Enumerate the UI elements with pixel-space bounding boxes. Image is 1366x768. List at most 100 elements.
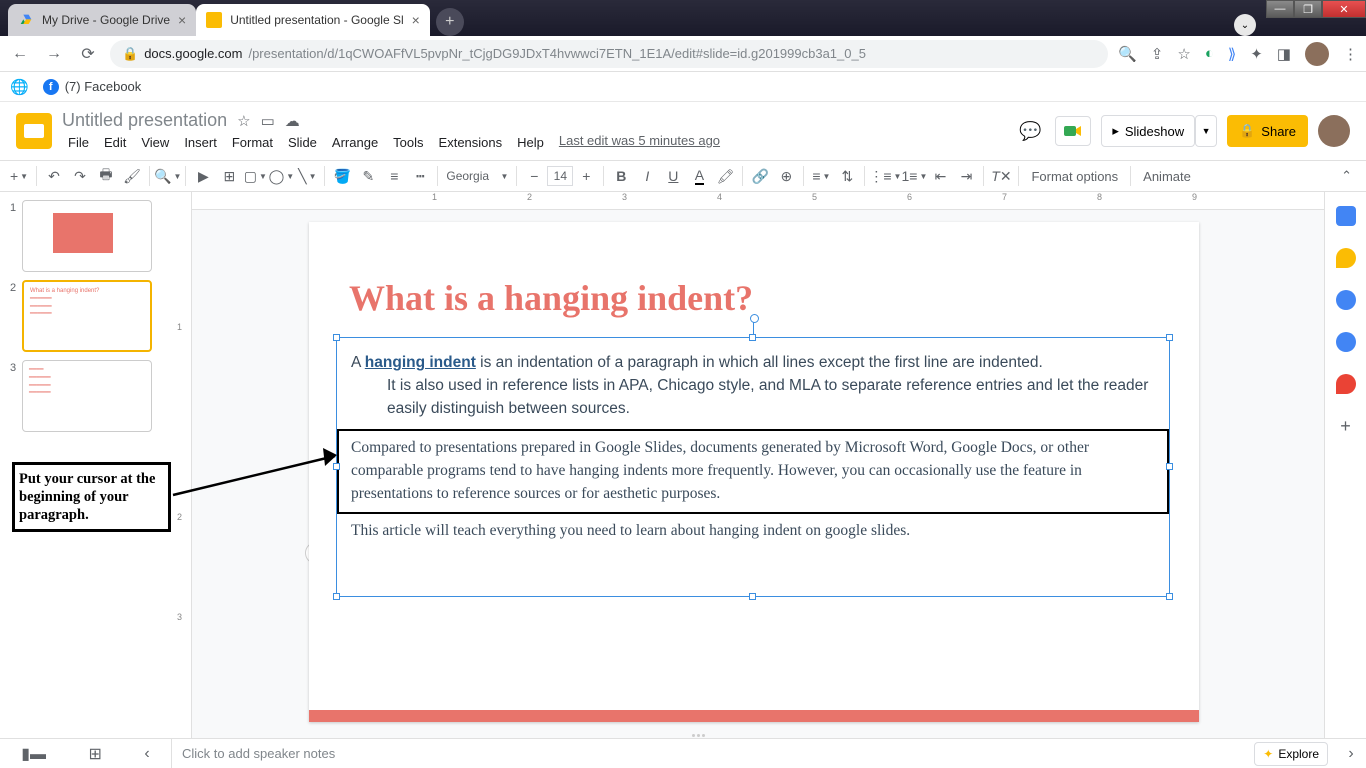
border-dash-button[interactable]: ┅	[407, 163, 433, 189]
indent-increase-button[interactable]: ⇥	[953, 163, 979, 189]
highlight-button[interactable]: 🖍	[712, 163, 738, 189]
cloud-icon[interactable]: ☁	[285, 112, 300, 130]
slideshow-button[interactable]: ▸ Slideshow	[1101, 115, 1195, 147]
font-selector[interactable]: Georgia▼	[442, 165, 512, 187]
puzzle-icon[interactable]: ✦	[1250, 45, 1263, 63]
menu-extensions[interactable]: Extensions	[433, 133, 509, 152]
line-tool[interactable]: ╲▼	[294, 163, 320, 189]
expand-sidepanel-button[interactable]: ›	[1336, 745, 1366, 763]
menu-edit[interactable]: Edit	[98, 133, 132, 152]
reload-button[interactable]: ⟳	[76, 44, 100, 64]
font-decrease-button[interactable]: −	[521, 163, 547, 189]
bold-button[interactable]: B	[608, 163, 634, 189]
slide-thumbnail-2[interactable]: What is a hanging indent?━━━━━━━━━━━━━━━…	[22, 280, 152, 352]
font-size-input[interactable]: 14	[547, 166, 573, 186]
close-icon[interactable]: ×	[178, 12, 186, 28]
browser-tab-drive[interactable]: My Drive - Google Drive ×	[8, 4, 196, 36]
format-options-button[interactable]: Format options	[1023, 169, 1126, 184]
text-color-button[interactable]: A	[686, 163, 712, 189]
new-tab-button[interactable]: +	[436, 8, 464, 36]
paragraph-2[interactable]: Compared to presentations prepared in Go…	[351, 437, 1155, 506]
document-title[interactable]: Untitled presentation	[62, 110, 227, 131]
textbox-tool[interactable]: ⊞	[216, 163, 242, 189]
undo-button[interactable]: ↶	[41, 163, 67, 189]
address-bar[interactable]: 🔒 docs.google.com/presentation/d/1qCWOAF…	[110, 40, 1108, 68]
print-button[interactable]: 🖶	[93, 163, 119, 189]
slideshow-dropdown[interactable]: ▼	[1195, 115, 1217, 147]
paint-format-button[interactable]: 🖌	[119, 163, 145, 189]
link-button[interactable]: 🔗	[747, 163, 773, 189]
zoom-button[interactable]: 🔍▼	[154, 163, 181, 189]
shape-tool[interactable]: ◯▼	[268, 163, 294, 189]
menu-view[interactable]: View	[135, 133, 175, 152]
align-button[interactable]: ≡▼	[808, 163, 834, 189]
window-close-button[interactable]: ✕	[1322, 0, 1366, 18]
resize-handle[interactable]	[749, 334, 756, 341]
explore-button[interactable]: ✦ Explore	[1254, 742, 1328, 766]
slide-thumbnail-3[interactable]: ━━━━━━━━━━━━━━━━━━━━━━	[22, 360, 152, 432]
menu-slide[interactable]: Slide	[282, 133, 323, 152]
menu-arrange[interactable]: Arrange	[326, 133, 384, 152]
border-color-button[interactable]: ✎	[355, 163, 381, 189]
italic-button[interactable]: I	[634, 163, 660, 189]
maps-icon[interactable]	[1336, 374, 1356, 394]
close-icon[interactable]: ×	[412, 12, 420, 28]
star-outline-icon[interactable]: ☆	[237, 112, 250, 130]
collapse-panel-button[interactable]: ‹	[144, 745, 149, 763]
window-minimize-button[interactable]: —	[1266, 0, 1294, 18]
redo-button[interactable]: ↷	[67, 163, 93, 189]
rotation-handle[interactable]	[753, 320, 754, 334]
share-button[interactable]: 🔒 Share	[1227, 115, 1308, 147]
menu-tools[interactable]: Tools	[387, 133, 429, 152]
keep-icon[interactable]	[1336, 248, 1356, 268]
menu-help[interactable]: Help	[511, 133, 550, 152]
grid-view-icon[interactable]: ⊞	[89, 744, 102, 764]
share-page-icon[interactable]: ⇪	[1151, 45, 1164, 63]
menu-icon[interactable]: ⋮	[1343, 45, 1358, 63]
slide-thumbnail-1[interactable]	[22, 200, 152, 272]
font-increase-button[interactable]: +	[573, 163, 599, 189]
border-weight-button[interactable]: ≡	[381, 163, 407, 189]
slide-title[interactable]: What is a hanging indent?	[349, 277, 753, 319]
menu-format[interactable]: Format	[226, 133, 279, 152]
image-tool[interactable]: ▢▼	[242, 163, 268, 189]
fill-color-button[interactable]: 🪣	[329, 163, 355, 189]
filmstrip-view-icon[interactable]: ▮▬	[21, 744, 46, 764]
indent-decrease-button[interactable]: ⇤	[927, 163, 953, 189]
globe-icon[interactable]: 🌐	[10, 78, 29, 96]
resize-handle[interactable]	[1166, 463, 1173, 470]
zoom-icon[interactable]: 🔍	[1118, 45, 1137, 63]
underline-button[interactable]: U	[660, 163, 686, 189]
cast-icon[interactable]: ⟫	[1228, 45, 1236, 63]
resize-handle[interactable]	[333, 463, 340, 470]
selected-textbox[interactable]: A hanging indent is an indentation of a …	[336, 337, 1170, 597]
slides-app-icon[interactable]	[16, 113, 52, 149]
line-spacing-button[interactable]: ⇅	[834, 163, 860, 189]
resize-handle[interactable]	[749, 593, 756, 600]
tasks-icon[interactable]	[1336, 290, 1356, 310]
sidepanel-icon[interactable]: ◨	[1277, 45, 1291, 63]
resize-handle[interactable]	[333, 334, 340, 341]
menu-insert[interactable]: Insert	[178, 133, 223, 152]
select-tool[interactable]: ▶	[190, 163, 216, 189]
clear-format-button[interactable]: T✕	[988, 163, 1014, 189]
collapse-toolbar-button[interactable]: ⌃	[1341, 168, 1352, 184]
browser-tab-slides[interactable]: Untitled presentation - Google Sl ×	[196, 4, 430, 36]
new-slide-button[interactable]: +▼	[6, 163, 32, 189]
bullet-list-button[interactable]: ⋮≡▼	[869, 163, 901, 189]
resize-handle[interactable]	[333, 593, 340, 600]
comments-icon[interactable]: 💬	[1015, 116, 1045, 146]
last-edit-link[interactable]: Last edit was 5 minutes ago	[559, 133, 720, 152]
window-maximize-button[interactable]: ❐	[1294, 0, 1322, 18]
resize-handle[interactable]	[1166, 593, 1173, 600]
menu-file[interactable]: File	[62, 133, 95, 152]
account-avatar[interactable]	[1318, 115, 1350, 147]
paragraph-1[interactable]: A hanging indent is an indentation of a …	[337, 338, 1169, 421]
resize-handle[interactable]	[1166, 334, 1173, 341]
animate-button[interactable]: Animate	[1135, 169, 1199, 184]
bookmark-facebook[interactable]: f (7) Facebook	[43, 79, 142, 95]
paragraph-3[interactable]: This article will teach everything you n…	[337, 520, 1169, 553]
tab-list-button[interactable]: ⌄	[1234, 14, 1256, 36]
star-icon[interactable]: ☆	[1177, 45, 1190, 63]
number-list-button[interactable]: 1≡▼	[901, 163, 927, 189]
